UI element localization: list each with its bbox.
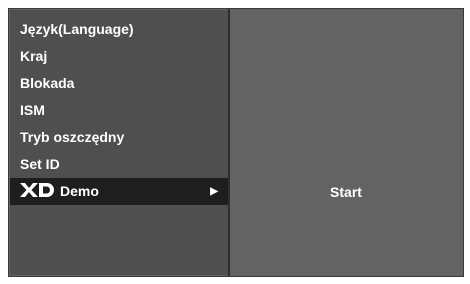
menu-list: Język(Language) Kraj Blokada ISM Tryb os… [10, 16, 228, 205]
menu-item-demo[interactable]: Demo ▶ [10, 178, 228, 205]
menu-item-power-saving[interactable]: Tryb oszczędny [10, 124, 228, 151]
menu-item-ism[interactable]: ISM [10, 97, 228, 124]
main-menu: Język(Language) Kraj Blokada ISM Tryb os… [10, 10, 228, 275]
menu-item-country[interactable]: Kraj [10, 43, 228, 70]
tv-menu-window: Język(Language) Kraj Blokada ISM Tryb os… [8, 8, 464, 277]
menu-item-label: Tryb oszczędny [20, 129, 125, 145]
xd-logo-icon [20, 183, 54, 197]
menu-item-label: Set ID [20, 156, 60, 172]
triangle-right-icon: ▶ [210, 186, 218, 197]
submenu-panel: Start [230, 10, 462, 275]
menu-item-label: ISM [20, 102, 45, 118]
menu-item-lock[interactable]: Blokada [10, 70, 228, 97]
menu-item-label: Blokada [20, 75, 75, 91]
menu-item-label: Kraj [20, 48, 48, 64]
menu-item-set-id[interactable]: Set ID [10, 151, 228, 178]
menu-item-language[interactable]: Język(Language) [10, 16, 228, 43]
submenu-option-start[interactable]: Start [230, 184, 462, 200]
menu-item-label: Demo [60, 183, 99, 199]
menu-item-label: Język(Language) [20, 21, 134, 37]
